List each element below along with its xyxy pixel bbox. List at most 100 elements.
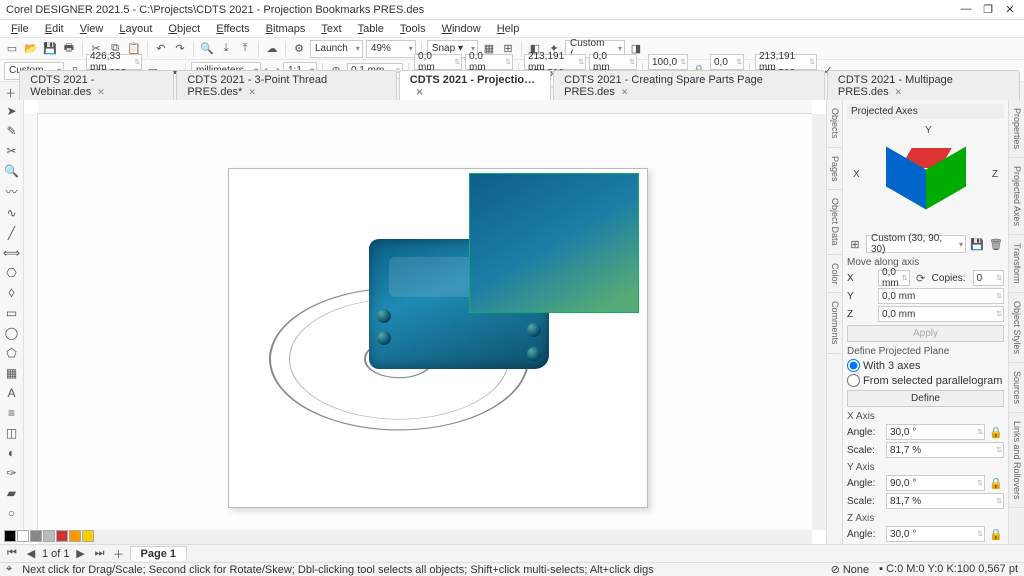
y-scale[interactable]: 81,7 % bbox=[886, 493, 1004, 509]
color-swatch[interactable] bbox=[82, 530, 94, 542]
open-icon[interactable]: 📂 bbox=[23, 41, 39, 57]
search-icon[interactable]: 🔍 bbox=[199, 41, 215, 57]
document-tab[interactable]: CDTS 2021 - Creating Spare Parts Page PR… bbox=[553, 70, 825, 101]
save-preset-icon[interactable]: 💾 bbox=[969, 236, 985, 252]
detail-view[interactable] bbox=[469, 173, 639, 313]
docker-tab-object-styles[interactable]: Object Styles bbox=[1009, 293, 1024, 363]
menu-edit[interactable]: Edit bbox=[38, 22, 71, 36]
pick-tool-icon[interactable]: ➤ bbox=[2, 102, 22, 119]
document-tab[interactable]: CDTS 2021 - Multipage PRES.des✕ bbox=[827, 70, 1020, 101]
menu-bitmaps[interactable]: Bitmaps bbox=[259, 22, 313, 36]
menu-view[interactable]: View bbox=[73, 22, 111, 36]
redo-icon[interactable]: ↷ bbox=[172, 41, 188, 57]
with-3-axes-radio[interactable] bbox=[847, 359, 860, 372]
zoom-dropdown[interactable]: 49% bbox=[366, 40, 416, 58]
ruler-horizontal[interactable] bbox=[38, 100, 812, 114]
close-tab-icon[interactable]: ✕ bbox=[97, 87, 105, 97]
color-swatch[interactable] bbox=[56, 530, 68, 542]
close-tab-icon[interactable]: ✕ bbox=[416, 87, 424, 97]
menu-help[interactable]: Help bbox=[490, 22, 527, 36]
close-tab-icon[interactable]: ✕ bbox=[621, 87, 629, 97]
document-tab[interactable]: CDTS 2021 - Webinar.des✕ bbox=[19, 70, 174, 101]
document-tab[interactable]: CDTS 2021 - 3-Point Thread PRES.des*✕ bbox=[176, 70, 396, 101]
close-button[interactable]: ✕ bbox=[1002, 3, 1018, 16]
preset-icon[interactable]: ⊞ bbox=[847, 236, 863, 252]
lock-y-icon[interactable]: 🔒 bbox=[988, 475, 1004, 491]
projection-preset[interactable]: Custom (30, 90, 30) bbox=[866, 235, 966, 253]
rectangle-tool-icon[interactable]: ▭ bbox=[2, 304, 22, 321]
publish-icon[interactable]: ☁ bbox=[264, 41, 280, 57]
docker-tab-links-and-rollovers[interactable]: Links and Rollovers bbox=[1009, 413, 1024, 509]
outline-tool-icon[interactable]: ○ bbox=[2, 505, 22, 522]
move-x-input[interactable]: 0,0 mm bbox=[878, 270, 910, 286]
z-angle[interactable]: 30,0 ° bbox=[886, 526, 985, 542]
color-swatch[interactable] bbox=[17, 530, 29, 542]
docker-tab-transform[interactable]: Transform bbox=[1009, 235, 1024, 293]
extrude-tool-icon[interactable]: ◫ bbox=[2, 425, 22, 442]
docker-tab-color[interactable]: Color bbox=[827, 255, 842, 294]
color-swatch[interactable] bbox=[43, 530, 55, 542]
menu-window[interactable]: Window bbox=[435, 22, 488, 36]
transparency-tool-icon[interactable]: ◐ bbox=[2, 445, 22, 462]
outline-indicator[interactable]: ▪ C:0 M:0 Y:0 K:100 0,567 pt bbox=[879, 563, 1018, 576]
save-icon[interactable]: 💾 bbox=[42, 41, 58, 57]
docker-tab-properties[interactable]: Properties bbox=[1009, 100, 1024, 158]
menu-tools[interactable]: Tools bbox=[393, 22, 433, 36]
zoom-tool-icon[interactable]: 🔍 bbox=[2, 162, 22, 179]
parallel-tool-icon[interactable]: ≡ bbox=[2, 405, 22, 422]
from-parallelogram-radio[interactable] bbox=[847, 374, 860, 387]
lock-x-icon[interactable]: 🔒 bbox=[988, 424, 1004, 440]
undo-icon[interactable]: ↶ bbox=[153, 41, 169, 57]
dimension-tool-icon[interactable]: ⟺ bbox=[2, 244, 22, 261]
close-tab-icon[interactable]: ✕ bbox=[895, 87, 903, 97]
menu-table[interactable]: Table bbox=[351, 22, 391, 36]
docker-tab-object-data[interactable]: Object Data bbox=[827, 190, 842, 255]
define-button[interactable]: Define bbox=[847, 390, 1004, 407]
new-icon[interactable]: ▭ bbox=[4, 41, 20, 57]
add-page-icon[interactable]: ＋ bbox=[111, 546, 127, 562]
menu-layout[interactable]: Layout bbox=[112, 22, 159, 36]
docker-tab-pages[interactable]: Pages bbox=[827, 148, 842, 191]
first-page-icon[interactable]: ⏮ bbox=[4, 546, 20, 562]
options-icon[interactable]: ⚙ bbox=[291, 41, 307, 57]
cycle-icon[interactable]: ⟳ bbox=[913, 270, 929, 286]
prev-page-icon[interactable]: ◀ bbox=[23, 546, 39, 562]
curve-tool-icon[interactable]: ∿ bbox=[2, 204, 22, 221]
eyedropper-tool-icon[interactable]: ✑ bbox=[2, 465, 22, 482]
print-icon[interactable]: 🖶 bbox=[61, 41, 77, 57]
pct-x[interactable]: 100,0 bbox=[648, 54, 688, 70]
lock-z-icon[interactable]: 🔒 bbox=[988, 526, 1004, 542]
drawing-page[interactable] bbox=[228, 168, 648, 508]
color-swatch[interactable] bbox=[69, 530, 81, 542]
fill-indicator[interactable]: ⊘ None bbox=[831, 563, 870, 576]
scrollbar-vertical[interactable] bbox=[812, 114, 826, 530]
line-tool-icon[interactable]: ╱ bbox=[2, 224, 22, 241]
rot-1[interactable]: 0,0 bbox=[710, 54, 744, 70]
polygon-tool-icon[interactable]: ⬠ bbox=[2, 345, 22, 362]
ruler-vertical[interactable] bbox=[24, 114, 38, 530]
last-page-icon[interactable]: ⏭ bbox=[92, 546, 108, 562]
copies-input[interactable]: 0 bbox=[973, 270, 1004, 286]
maximize-button[interactable]: ❐ bbox=[980, 3, 996, 16]
apply-button[interactable]: Apply bbox=[847, 325, 1004, 342]
menu-text[interactable]: Text bbox=[314, 22, 348, 36]
minimize-button[interactable]: — bbox=[958, 3, 974, 16]
freehand-tool-icon[interactable]: 〰 bbox=[2, 182, 22, 201]
color-swatch[interactable] bbox=[30, 530, 42, 542]
docker-tab-sources[interactable]: Sources bbox=[1009, 363, 1024, 413]
fill-tool-icon[interactable]: ▰ bbox=[2, 485, 22, 502]
export-icon[interactable]: ⤒ bbox=[237, 41, 253, 57]
y-angle[interactable]: 90,0 ° bbox=[886, 475, 985, 491]
crop-tool-icon[interactable]: ✂ bbox=[2, 142, 22, 159]
menu-effects[interactable]: Effects bbox=[209, 22, 256, 36]
callout-tool-icon[interactable]: ◊ bbox=[2, 284, 22, 301]
move-z-input[interactable]: 0,0 mm bbox=[878, 306, 1004, 322]
text-tool-icon[interactable]: A bbox=[2, 385, 22, 402]
x-scale[interactable]: 81,7 % bbox=[886, 442, 1004, 458]
ellipse-tool-icon[interactable]: ◯ bbox=[2, 324, 22, 341]
move-y-input[interactable]: 0,0 mm bbox=[878, 288, 1004, 304]
menu-file[interactable]: File bbox=[4, 22, 36, 36]
launch-dropdown[interactable]: Launch bbox=[310, 40, 363, 58]
scrollbar-horizontal[interactable] bbox=[38, 530, 812, 544]
color-swatch[interactable] bbox=[4, 530, 16, 542]
